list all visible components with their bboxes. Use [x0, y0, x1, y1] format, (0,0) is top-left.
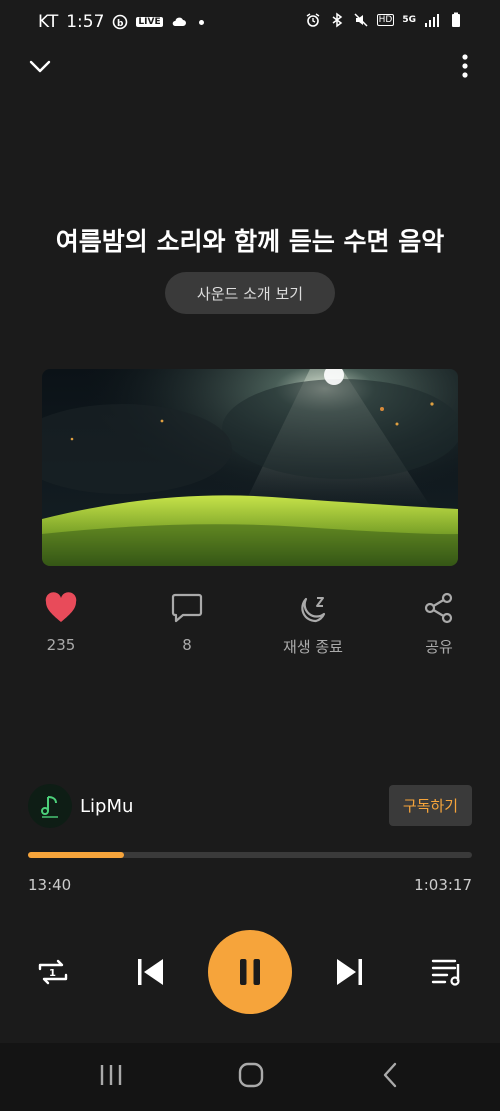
skip-next-icon[interactable]: [332, 954, 368, 990]
network-badge: 5G: [402, 15, 416, 25]
sleep-timer-label: 재생 종료: [283, 638, 343, 656]
sound-intro-button[interactable]: 사운드 소개 보기: [165, 272, 335, 314]
alarm-icon: [306, 13, 320, 27]
system-navigation-bar: [0, 1043, 500, 1111]
like-count: 235: [46, 636, 76, 654]
repeat-one-icon[interactable]: 1: [35, 954, 71, 990]
total-time: 1:03:17: [414, 876, 472, 894]
back-icon[interactable]: [378, 1061, 404, 1089]
skip-previous-icon[interactable]: [132, 954, 168, 990]
collapse-chevron-down-icon[interactable]: [26, 52, 54, 80]
share-action[interactable]: 공유: [399, 592, 479, 657]
subscribe-button[interactable]: 구독하기: [389, 785, 472, 826]
comment-count: 8: [182, 636, 192, 654]
heart-icon: [45, 592, 77, 622]
like-action[interactable]: 235: [21, 592, 101, 654]
comment-icon: [171, 593, 203, 623]
action-row: 235 8 재생 종료 공유: [0, 592, 500, 672]
track-title: 여름밤의 소리와 함께 듣는 수면 음악: [55, 227, 445, 256]
svg-text:1: 1: [49, 968, 56, 979]
channel-info[interactable]: LipMu: [28, 784, 133, 828]
hd-badge: HD: [376, 14, 395, 26]
status-bar: KT 1:57 b LIVE HD 5G: [0, 0, 500, 44]
battery-icon: [452, 12, 460, 27]
mute-icon: [354, 13, 368, 27]
clock: 1:57: [66, 12, 105, 32]
progress-fill: [28, 852, 124, 858]
playback-progress-bar[interactable]: [28, 852, 472, 858]
b-app-icon: b: [113, 14, 128, 30]
signal-icon: [425, 14, 439, 27]
share-icon: [424, 592, 453, 624]
playlist-icon[interactable]: [430, 954, 466, 990]
pause-button[interactable]: [208, 930, 292, 1014]
music-note-logo-icon: [41, 796, 58, 818]
svg-text:b: b: [117, 19, 124, 29]
cloud-icon: [172, 17, 186, 26]
track-artwork: [42, 369, 458, 566]
more-options-icon[interactable]: [458, 52, 472, 80]
comment-action[interactable]: 8: [147, 592, 227, 654]
sleep-timer-action[interactable]: 재생 종료: [273, 592, 353, 657]
carrier-label: KT: [38, 12, 59, 32]
current-time: 13:40: [28, 876, 72, 894]
playback-controls: 1: [0, 930, 500, 1014]
recent-apps-icon[interactable]: [98, 1061, 124, 1089]
moon-sleep-icon: [301, 597, 326, 623]
live-badge: LIVE: [136, 17, 163, 27]
channel-name: LipMu: [80, 795, 134, 817]
home-icon[interactable]: [237, 1061, 265, 1089]
channel-logo: [28, 784, 72, 828]
share-label: 공유: [425, 638, 453, 656]
bluetooth-icon: [332, 12, 342, 28]
pause-icon: [240, 959, 260, 985]
dot-indicator: [198, 19, 204, 25]
